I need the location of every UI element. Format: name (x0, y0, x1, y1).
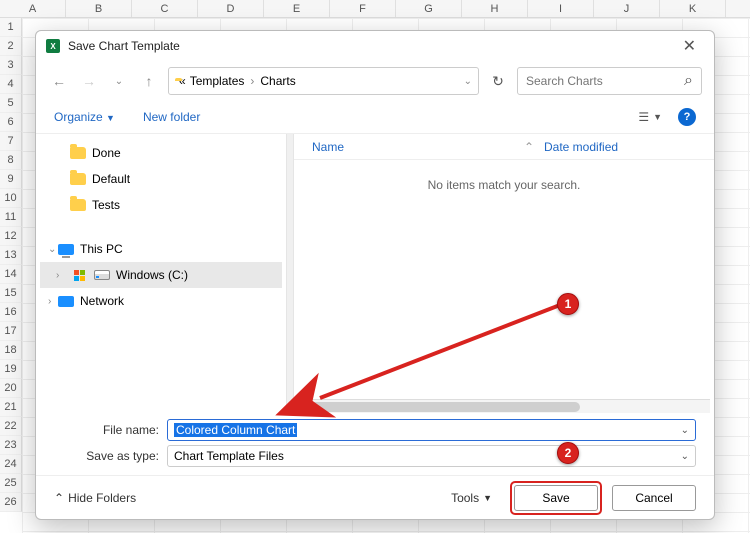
tree-label: Windows (C:) (116, 268, 188, 282)
refresh-button[interactable]: ↻ (487, 70, 509, 92)
file-list: Name ⌃ Date modified No items match your… (294, 134, 714, 415)
chevron-down-icon: ▼ (483, 493, 492, 503)
dialog-footer: ⌃ Hide Folders Tools ▼ Save Cancel (36, 475, 714, 519)
row-headers: 1234567891011121314151617181920212223242… (0, 18, 22, 512)
splitter[interactable] (286, 134, 294, 415)
breadcrumb[interactable]: « Templates › Charts ⌄ (168, 67, 479, 95)
chevron-down-icon[interactable]: ⌄ (681, 425, 689, 436)
breadcrumb-item[interactable]: Templates (190, 74, 245, 88)
chevron-down-icon[interactable]: ⌄ (681, 451, 689, 462)
excel-icon: X (46, 39, 60, 53)
chevron-down-icon[interactable]: ⌄ (464, 76, 472, 87)
tree-folder-done[interactable]: Done (40, 140, 282, 166)
recent-button[interactable]: ⌄ (108, 70, 130, 92)
network-icon (58, 296, 74, 307)
organize-menu[interactable]: Organize ▼ (54, 110, 115, 124)
cancel-button[interactable]: Cancel (612, 485, 696, 511)
tree-folder-default[interactable]: Default (40, 166, 282, 192)
list-header: Name ⌃ Date modified (294, 134, 714, 160)
folder-tree: Done Default Tests ⌄ This PC › Windows (C:… (36, 134, 286, 415)
chevron-down-icon: ▼ (106, 113, 115, 123)
saveastype-value: Chart Template Files (174, 449, 284, 463)
tree-network[interactable]: › Network (40, 288, 282, 314)
close-icon[interactable]: ✕ (675, 34, 704, 58)
new-folder-button[interactable]: New folder (143, 110, 200, 124)
chevron-right-icon[interactable]: › (48, 296, 51, 307)
dialog-title: Save Chart Template (68, 39, 180, 53)
view-menu[interactable]: ☰ ▼ (638, 110, 662, 124)
back-button[interactable]: ← (48, 70, 70, 92)
breadcrumb-prefix: « (179, 74, 186, 88)
tree-drive-c[interactable]: › Windows (C:) (40, 262, 282, 288)
tree-label: Done (92, 146, 121, 160)
help-icon[interactable]: ? (678, 108, 696, 126)
hide-folders-label: Hide Folders (68, 491, 136, 505)
tree-label: Tests (92, 198, 120, 212)
column-headers: ABCDEFGHIJK (0, 0, 750, 18)
drive-icon (94, 270, 110, 280)
forward-button[interactable]: → (78, 70, 100, 92)
pc-icon (58, 244, 74, 255)
saveastype-select[interactable]: Chart Template Files ⌄ (167, 445, 696, 467)
chevron-down-icon: ▼ (653, 112, 662, 122)
annotation-highlight-save: Save (510, 481, 602, 515)
save-dialog: X Save Chart Template ✕ ← → ⌄ ↑ « Templa… (35, 30, 715, 520)
breadcrumb-item[interactable]: Charts (260, 74, 295, 88)
tree-label: Default (92, 172, 130, 186)
search-box[interactable]: ⌕ (517, 67, 702, 95)
search-input[interactable] (526, 74, 684, 88)
list-icon: ☰ (638, 110, 649, 124)
filename-value: Colored Column Chart (174, 423, 297, 437)
chevron-down-icon[interactable]: ⌄ (48, 244, 56, 255)
titlebar: X Save Chart Template ✕ (36, 31, 714, 61)
saveastype-label: Save as type: (54, 449, 159, 463)
save-fields: File name: Colored Column Chart ⌄ Save a… (36, 415, 714, 475)
toolbar: Organize ▼ New folder ☰ ▼ ? (36, 101, 714, 133)
tree-this-pc[interactable]: ⌄ This PC (40, 236, 282, 262)
nav-row: ← → ⌄ ↑ « Templates › Charts ⌄ ↻ ⌕ (36, 61, 714, 101)
empty-message: No items match your search. (294, 160, 714, 399)
chevron-right-icon[interactable]: › (56, 270, 59, 281)
windows-icon (74, 270, 85, 281)
sort-indicator-icon: ⌃ (524, 140, 544, 154)
organize-label: Organize (54, 110, 103, 124)
tree-label: Network (80, 294, 124, 308)
save-button[interactable]: Save (514, 485, 598, 511)
column-date[interactable]: Date modified (544, 140, 714, 154)
tree-label: This PC (80, 242, 123, 256)
up-button[interactable]: ↑ (138, 70, 160, 92)
tree-folder-tests[interactable]: Tests (40, 192, 282, 218)
horizontal-scrollbar[interactable] (298, 399, 710, 413)
tools-label: Tools (451, 491, 479, 505)
chevron-up-icon: ⌃ (54, 491, 64, 505)
search-icon: ⌕ (684, 72, 693, 90)
filename-label: File name: (54, 423, 159, 437)
filename-input[interactable]: Colored Column Chart ⌄ (167, 419, 696, 441)
column-name[interactable]: Name (294, 140, 524, 154)
hide-folders-button[interactable]: ⌃ Hide Folders (54, 491, 136, 505)
tools-menu[interactable]: Tools ▼ (451, 491, 492, 505)
chevron-right-icon: › (248, 74, 256, 88)
